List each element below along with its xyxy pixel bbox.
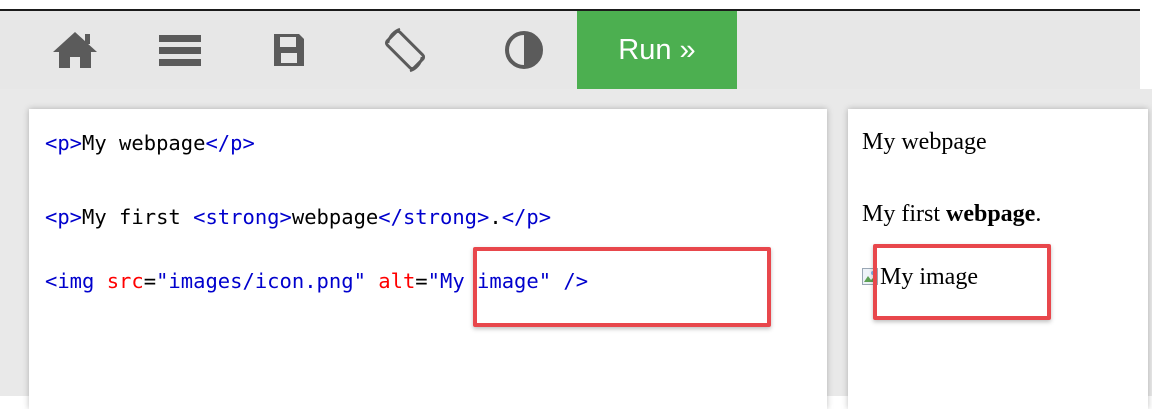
- preview-bold-text: webpage: [946, 201, 1036, 227]
- code-text: webpage: [291, 205, 379, 229]
- code-tag: <p>: [45, 205, 83, 229]
- code-tag: </p>: [501, 205, 552, 229]
- code-attr-value: "images/icon.png": [156, 269, 366, 293]
- code-text: .: [489, 205, 502, 229]
- code-tag: <img: [45, 269, 107, 293]
- run-button[interactable]: Run »: [577, 11, 737, 89]
- menu-icon: [159, 35, 201, 66]
- code-text: =: [143, 269, 157, 293]
- code-text: My first: [82, 205, 194, 229]
- preview-text: My first: [862, 201, 946, 227]
- code-text: My webpage: [82, 131, 206, 155]
- code-text: =: [415, 269, 428, 293]
- code-tag: <strong>: [193, 205, 292, 229]
- home-button[interactable]: [44, 11, 106, 89]
- rotate-button[interactable]: [372, 11, 438, 89]
- code-highlight-box: [473, 247, 771, 327]
- contrast-button[interactable]: [494, 11, 554, 89]
- home-icon: [53, 32, 97, 68]
- save-icon: [274, 34, 304, 66]
- code-line-1: <p>My webpage</p>: [45, 131, 255, 155]
- preview-highlight-box: [873, 244, 1051, 320]
- toolbar: [0, 11, 1140, 89]
- code-line-2: <p>My first <strong>webpage</strong>.</p…: [45, 205, 551, 229]
- preview-line-1: My webpage: [862, 129, 987, 155]
- code-tag: <p>: [45, 131, 83, 155]
- save-button[interactable]: [264, 11, 314, 89]
- code-tag: </strong>: [378, 205, 490, 229]
- contrast-icon: [505, 31, 543, 69]
- code-attr: alt: [378, 269, 416, 293]
- code-attr: src: [106, 269, 144, 293]
- rotate-icon: [384, 27, 426, 73]
- menu-button[interactable]: [150, 11, 210, 89]
- preview-text: .: [1035, 201, 1042, 227]
- code-tag: </p>: [205, 131, 255, 155]
- preview-line-2: My first webpage.: [862, 201, 1041, 228]
